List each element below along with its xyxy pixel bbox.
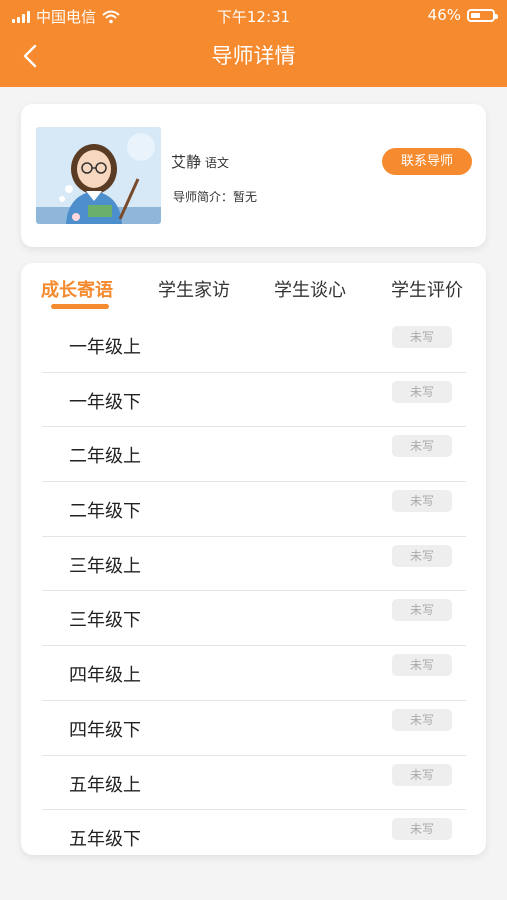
grade-label: 五年级下 — [69, 829, 141, 851]
status-badge: 未写 — [392, 435, 452, 458]
teacher-name: 艾静 — [171, 153, 202, 171]
grade-label: 三年级下 — [69, 610, 141, 632]
grade-list: 一年级上 未写 一年级下 未写 二年级上 未写 二年级下 未写 三年级上 未写 … — [42, 318, 466, 865]
tab-home-visit[interactable]: 学生家访 — [158, 276, 230, 302]
list-item[interactable]: 一年级上 未写 — [42, 318, 466, 373]
teacher-profile-card: 艾静 语文 导师简介：暂无 联系导师 — [21, 104, 486, 247]
teacher-name-line: 艾静 语文 — [171, 151, 229, 172]
status-badge: 未写 — [392, 708, 452, 731]
grade-label: 一年级上 — [69, 337, 141, 358]
list-item[interactable]: 四年级上 未写 — [42, 646, 466, 701]
status-badge: 未写 — [392, 599, 452, 622]
list-item[interactable]: 五年级上 未写 — [42, 756, 466, 811]
grade-label: 二年级下 — [69, 501, 141, 523]
records-card: 成长寄语 学生家访 学生谈心 学生评价 一年级上 未写 一年级下 未写 二年级上… — [21, 263, 486, 855]
list-item[interactable]: 三年级下 未写 — [42, 591, 466, 647]
list-item[interactable]: 五年级下 未写 — [42, 810, 466, 865]
tab-bar: 成长寄语 学生家访 学生谈心 学生评价 — [21, 263, 486, 318]
list-item[interactable]: 四年级下 未写 — [42, 701, 466, 756]
status-badge: 未写 — [392, 818, 452, 841]
contact-teacher-button[interactable]: 联系导师 — [382, 148, 472, 175]
status-badge: 未写 — [392, 654, 452, 677]
teacher-bio: 导师简介：暂无 — [173, 190, 258, 204]
status-badge: 未写 — [392, 380, 452, 403]
tab-growth-message[interactable]: 成长寄语 — [41, 276, 113, 302]
status-badge: 未写 — [392, 490, 452, 513]
grade-label: 四年级上 — [69, 665, 141, 687]
teacher-subject: 语文 — [205, 156, 230, 170]
list-item[interactable]: 二年级下 未写 — [42, 482, 466, 537]
list-item[interactable]: 二年级上 未写 — [42, 427, 466, 483]
grade-label: 四年级下 — [69, 719, 141, 741]
list-item[interactable]: 一年级下 未写 — [42, 373, 466, 428]
active-tab-indicator — [51, 304, 109, 309]
teacher-avatar — [36, 127, 161, 224]
header-bar: 中国电信 下午12:31 46% 导师详情 — [0, 0, 507, 87]
grade-label: 五年级上 — [69, 774, 141, 796]
status-bar: 中国电信 下午12:31 46% — [0, 0, 507, 30]
tab-student-evaluation[interactable]: 学生评价 — [391, 276, 463, 302]
status-badge: 未写 — [392, 763, 452, 786]
list-item[interactable]: 三年级上 未写 — [42, 537, 466, 592]
battery-icon — [467, 8, 498, 22]
status-badge: 未写 — [392, 544, 452, 567]
page-title: 导师详情 — [211, 44, 296, 68]
grade-label: 三年级上 — [69, 555, 141, 577]
battery-percent: 46% — [427, 6, 461, 24]
tab-student-talk[interactable]: 学生谈心 — [274, 276, 346, 302]
grade-label: 一年级下 — [69, 391, 141, 413]
grade-label: 二年级上 — [69, 446, 141, 468]
status-badge: 未写 — [392, 326, 452, 348]
